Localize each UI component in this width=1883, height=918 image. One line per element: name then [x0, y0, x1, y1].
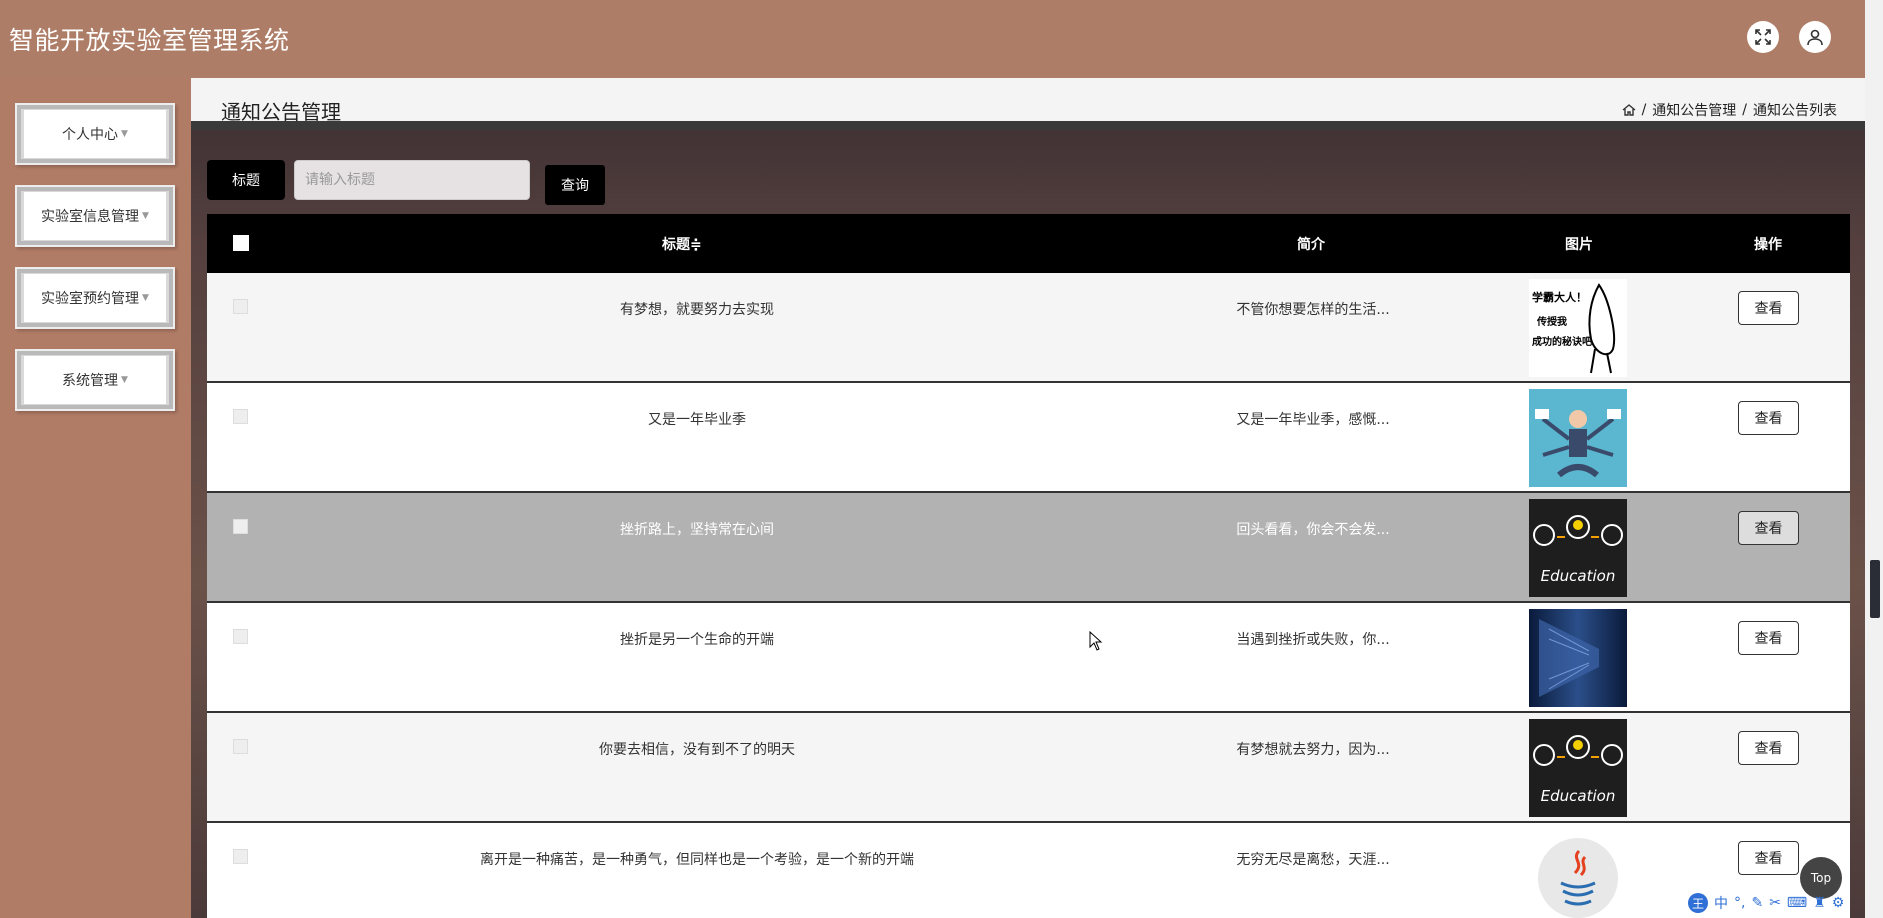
sidebar-item-lab-booking[interactable]: 实验室预约管理 ▼: [15, 267, 175, 329]
row-title: 挫折路上，坚持常在心间: [620, 522, 774, 538]
shirt-icon[interactable]: ♜: [1813, 895, 1826, 911]
table-row: 你要去相信，没有到不了的明天 有梦想就去努力，因为... Education 查…: [207, 713, 1850, 823]
row-image: [1529, 609, 1627, 707]
caret-down-icon: ▼: [142, 293, 149, 303]
row-summary: 有梦想就去努力，因为...: [1236, 742, 1390, 758]
pen-icon[interactable]: ✎: [1751, 895, 1763, 911]
home-icon[interactable]: [1622, 103, 1636, 117]
breadcrumb-item[interactable]: 通知公告管理: [1652, 100, 1736, 120]
caret-down-icon: ▼: [121, 129, 128, 139]
caret-down-icon: ▼: [142, 211, 149, 221]
column-header-summary: 简介: [1297, 237, 1325, 253]
row-summary: 当遇到挫折或失败，你...: [1236, 632, 1390, 648]
row-title: 离开是一种痛苦，是一种勇气，但同样也是一个考验，是一个新的开端: [480, 852, 914, 868]
svg-text:学霸大人！: 学霸大人！: [1532, 290, 1587, 304]
row-title: 你要去相信，没有到不了的明天: [599, 742, 795, 758]
row-checkbox[interactable]: [233, 629, 248, 644]
view-button[interactable]: 查看: [1738, 401, 1799, 435]
keyboard-icon[interactable]: ⌨: [1787, 895, 1807, 911]
sidebar: 个人中心 ▼ 实验室信息管理 ▼ 实验室预约管理 ▼ 系统管理 ▼: [0, 78, 191, 918]
sidebar-item-system[interactable]: 系统管理 ▼: [15, 349, 175, 411]
row-image: [1529, 389, 1627, 487]
notice-table: 标题≑ 简介 图片 操作 有梦想，就要努力去实现 不管你想要怎样的生活... 学…: [207, 214, 1850, 918]
svg-text:成功的秘诀吧: 成功的秘诀吧: [1532, 335, 1592, 348]
sidebar-item-lab-info[interactable]: 实验室信息管理 ▼: [15, 185, 175, 247]
mouse-cursor-icon: [1089, 631, 1103, 651]
ime-logo-icon[interactable]: 王: [1688, 893, 1708, 913]
sidebar-item-label: 实验室信息管理: [41, 209, 140, 225]
row-checkbox[interactable]: [233, 519, 248, 534]
column-header-action: 操作: [1754, 237, 1782, 253]
main-content: 通知公告管理 / 通知公告管理 / 通知公告列表 标题 查询 标题≑ 简介 图片…: [191, 78, 1865, 918]
expand-icon: [1755, 29, 1771, 45]
scrollbar-thumb[interactable]: [1870, 560, 1880, 618]
search-label: 标题: [207, 160, 285, 200]
row-image: 学霸大人！ 传授我 成功的秘诀吧: [1529, 279, 1627, 377]
ime-toolbar: 王 中 °, ✎ ✂ ⌨ ♜ ⚙: [1688, 891, 1883, 915]
view-button[interactable]: 查看: [1738, 841, 1799, 875]
row-image: [1529, 829, 1627, 918]
view-button[interactable]: 查看: [1738, 291, 1799, 325]
table-header: 标题≑ 简介 图片 操作: [207, 214, 1850, 273]
top-bar: 智能开放实验室管理系统: [0, 0, 1883, 78]
row-summary: 又是一年毕业季，感慨...: [1236, 412, 1390, 428]
row-title: 有梦想，就要努力去实现: [620, 302, 774, 318]
row-title: 又是一年毕业季: [648, 412, 746, 428]
sort-icon: ≑: [690, 237, 702, 253]
view-button[interactable]: 查看: [1738, 621, 1799, 655]
row-summary: 不管你想要怎样的生活...: [1236, 302, 1390, 318]
page-scrollbar[interactable]: [1865, 0, 1883, 918]
svg-text:Education: Education: [1541, 567, 1616, 585]
row-image: Education: [1529, 719, 1627, 817]
table-row: 挫折路上，坚持常在心间 回头看看，你会不会发... Education 查看: [207, 493, 1850, 603]
table-row: 又是一年毕业季 又是一年毕业季，感慨... 查看: [207, 383, 1850, 493]
column-header-title[interactable]: 标题≑: [662, 234, 702, 254]
row-checkbox[interactable]: [233, 849, 248, 864]
search-input[interactable]: [294, 160, 530, 200]
row-checkbox[interactable]: [233, 299, 248, 314]
row-image: Education: [1529, 499, 1627, 597]
row-checkbox[interactable]: [233, 739, 248, 754]
page-header: 通知公告管理 / 通知公告管理 / 通知公告列表: [191, 78, 1865, 130]
sidebar-item-personal-center[interactable]: 个人中心 ▼: [15, 103, 175, 165]
caret-down-icon: ▼: [121, 375, 128, 385]
column-header-image: 图片: [1565, 237, 1593, 253]
view-button[interactable]: 查看: [1738, 511, 1799, 545]
table-row: 离开是一种痛苦，是一种勇气，但同样也是一个考验，是一个新的开端 无穷无尽是离愁，…: [207, 823, 1850, 918]
table-row: 挫折是另一个生命的开端 当遇到挫折或失败，你... 查看: [207, 603, 1850, 713]
row-title: 挫折是另一个生命的开端: [620, 632, 774, 648]
row-summary: 无穷无尽是离愁，天涯...: [1236, 852, 1390, 868]
row-summary: 回头看看，你会不会发...: [1236, 522, 1390, 538]
sidebar-item-label: 个人中心: [62, 127, 119, 143]
gear-icon[interactable]: ⚙: [1832, 895, 1845, 911]
view-button[interactable]: 查看: [1738, 731, 1799, 765]
app-title: 智能开放实验室管理系统: [9, 26, 290, 55]
user-icon: [1807, 29, 1823, 46]
user-button[interactable]: [1799, 21, 1831, 53]
fullscreen-button[interactable]: [1747, 21, 1779, 53]
ime-lang[interactable]: 中: [1714, 893, 1728, 913]
select-all-checkbox[interactable]: [233, 235, 249, 251]
table-row: 有梦想，就要努力去实现 不管你想要怎样的生活... 学霸大人！ 传授我 成功的秘…: [207, 273, 1850, 383]
sidebar-item-label: 实验室预约管理: [41, 291, 140, 307]
scissors-icon[interactable]: ✂: [1769, 895, 1781, 911]
punctuation-icon[interactable]: °,: [1734, 895, 1745, 911]
svg-text:Education: Education: [1541, 787, 1616, 805]
page-title: 通知公告管理: [221, 100, 341, 124]
svg-text:传授我: 传授我: [1536, 315, 1567, 328]
search-button[interactable]: 查询: [545, 165, 605, 205]
row-checkbox[interactable]: [233, 409, 248, 424]
breadcrumb: / 通知公告管理 / 通知公告列表: [1622, 100, 1837, 120]
breadcrumb-item: 通知公告列表: [1753, 103, 1837, 119]
sidebar-item-label: 系统管理: [62, 373, 119, 389]
